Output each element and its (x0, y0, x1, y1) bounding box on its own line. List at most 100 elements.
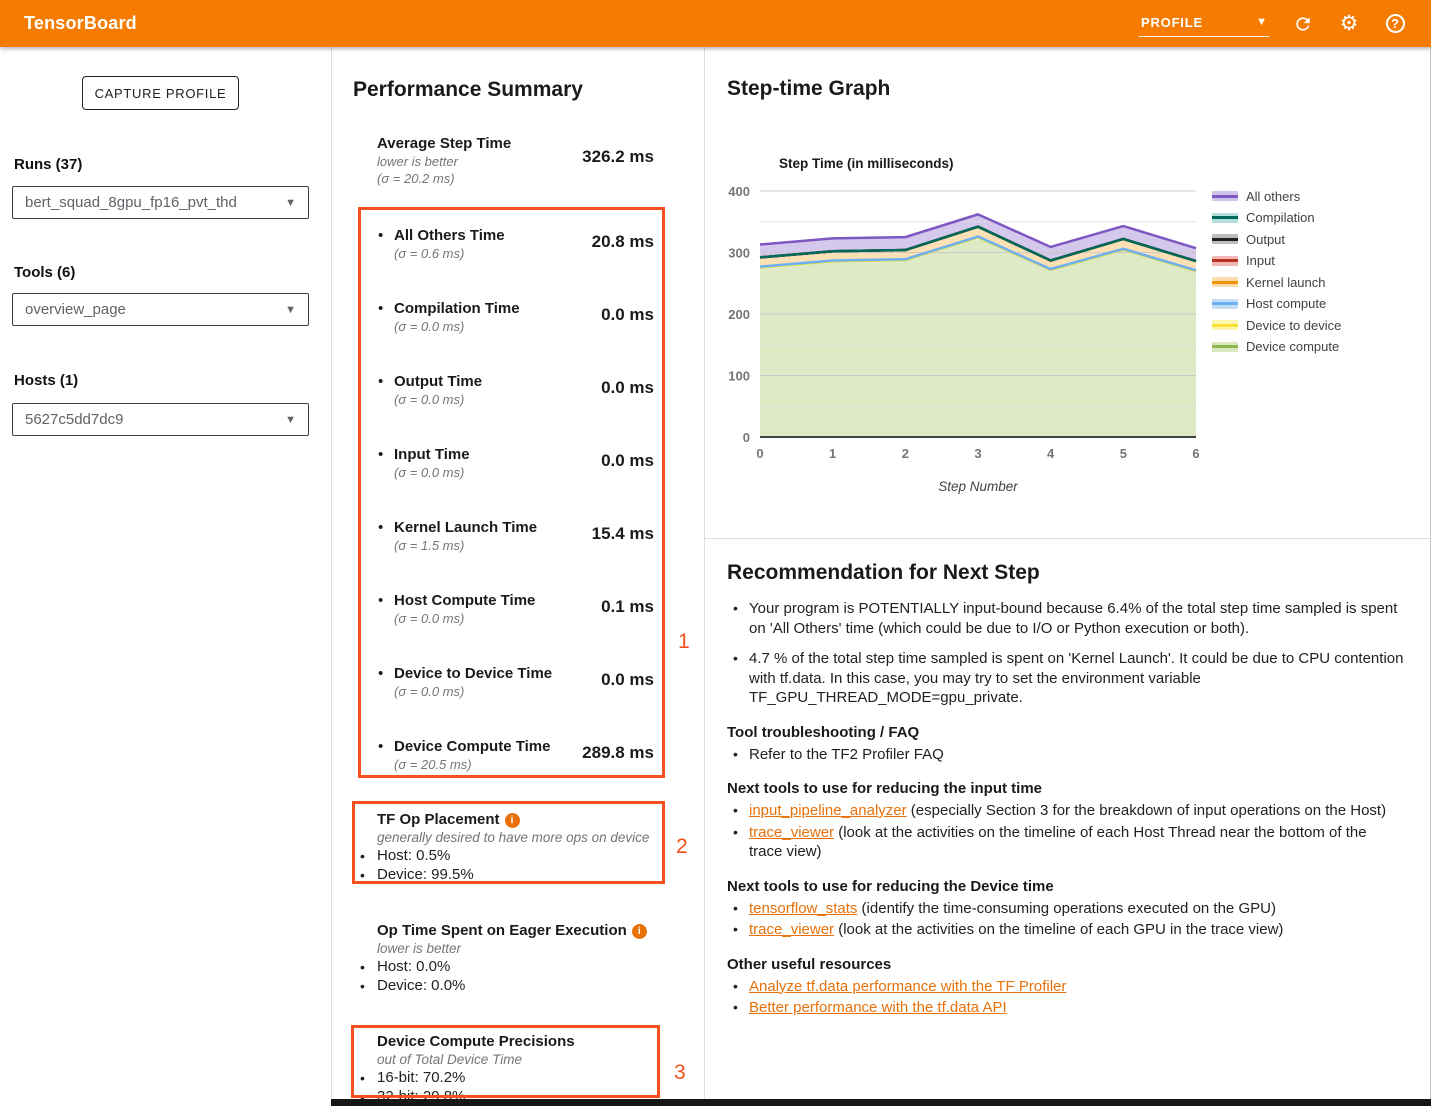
legend-item-kernel-launch: Kernel launch (1212, 275, 1341, 289)
hosts-select-value: 5627c5dd7dc9 (25, 411, 123, 428)
recommendation-bullet: •Your program is POTENTIALLY input-bound… (727, 599, 1404, 638)
annotation-label-1: 1 (678, 630, 690, 654)
group-heading-next-tools-to-use-for-reducing-the-input-time: Next tools to use for reducing the input… (727, 779, 1404, 798)
chevron-down-icon: ▼ (285, 414, 296, 426)
legend-label: Compilation (1246, 210, 1315, 225)
link-input-pipeline-analyzer[interactable]: input_pipeline_analyzer (749, 802, 907, 819)
performance-summary-title: Performance Summary (353, 78, 583, 102)
runs-select[interactable]: bert_squad_8gpu_fp16_pvt_thd ▼ (12, 186, 309, 219)
group-heading-other-useful-resources: Other useful resources (727, 955, 1404, 974)
hosts-label: Hosts (1) (14, 372, 78, 389)
legend-label: Kernel launch (1246, 275, 1326, 290)
hosts-select[interactable]: 5627c5dd7dc9 ▼ (12, 403, 309, 436)
legend-item-output: Output (1212, 232, 1341, 246)
svg-text:5: 5 (1120, 446, 1127, 461)
svg-text:Step Number: Step Number (938, 479, 1018, 494)
bullet: • (733, 599, 738, 619)
runs-label: Runs (37) (14, 156, 82, 173)
link-better-performance-with-the-tf-data-api[interactable]: Better performance with the tf.data API (749, 999, 1007, 1016)
legend-label: Output (1246, 232, 1285, 247)
svg-text:3: 3 (974, 446, 981, 461)
chevron-down-icon: ▼ (285, 304, 296, 316)
group-heading-next-tools-to-use-for-reducing-the-device-time: Next tools to use for reducing the Devic… (727, 877, 1404, 896)
help-icon[interactable]: ? (1383, 12, 1407, 36)
tools-select[interactable]: overview_page ▼ (12, 293, 309, 326)
legend-item-device-to-device: Device to device (1212, 318, 1341, 332)
link-tensorflow-stats[interactable]: tensorflow_stats (749, 900, 857, 917)
bullet: • (733, 649, 738, 669)
metric-label: Average Step Time (377, 135, 511, 153)
group-item: •trace_viewer (look at the activities on… (727, 823, 1404, 862)
svg-text:Step Time (in milliseconds): Step Time (in milliseconds) (779, 156, 954, 171)
legend-swatch (1212, 320, 1238, 330)
legend-item-all-others: All others (1212, 189, 1341, 203)
link-analyze-tf-data-performance-with-the-tf-profiler[interactable]: Analyze tf.data performance with the TF … (749, 978, 1066, 995)
link-trace-viewer[interactable]: trace_viewer (749, 824, 834, 841)
group-item: •tensorflow_stats (identify the time-con… (727, 899, 1404, 919)
svg-text:0: 0 (756, 446, 763, 461)
group-item: • Better performance with the tf.data API (727, 998, 1404, 1018)
bullet: • (733, 801, 738, 821)
right-panel: Step-time Graph 01002003004000123456Step… (705, 47, 1431, 1106)
group-item: •Refer to the TF2 Profiler FAQ (727, 745, 1404, 765)
chart-legend: All others Compilation Output Input Kernel l… (1212, 189, 1341, 354)
legend-swatch (1212, 256, 1238, 266)
dashboard-select-value: PROFILE (1141, 15, 1203, 30)
app-header: TensorBoard PROFILE ▼ ⚙ ? (0, 0, 1431, 47)
svg-text:1: 1 (829, 446, 836, 461)
legend-swatch (1212, 277, 1238, 287)
recommendation-body: •Your program is POTENTIALLY input-bound… (727, 599, 1404, 1018)
runs-select-value: bert_squad_8gpu_fp16_pvt_thd (25, 194, 237, 211)
legend-swatch (1212, 342, 1238, 352)
app-title: TensorBoard (24, 13, 137, 34)
legend-label: All others (1246, 189, 1300, 204)
annotation-label-2: 2 (676, 835, 688, 859)
dashboard-select[interactable]: PROFILE ▼ (1139, 11, 1269, 37)
recommendation-bullet: •4.7 % of the total step time sampled is… (727, 649, 1404, 708)
average-step-time-row: Average Step Time lower is better (σ = 2… (377, 135, 654, 187)
tools-select-value: overview_page (25, 301, 126, 318)
section-subtitle: lower is better (359, 940, 666, 958)
annotation-box-2 (352, 801, 665, 884)
bullet: • (733, 998, 738, 1018)
svg-text:100: 100 (728, 369, 750, 384)
svg-text:6: 6 (1192, 446, 1199, 461)
legend-swatch (1212, 213, 1238, 223)
svg-text:200: 200 (728, 307, 750, 322)
sidebar: CAPTURE PROFILE Runs (37) bert_squad_8gp… (0, 47, 331, 1106)
recommendation-title: Recommendation for Next Step (727, 561, 1404, 585)
group-item: •Analyze tf.data performance with the TF… (727, 977, 1404, 997)
refresh-icon[interactable] (1291, 12, 1315, 36)
section-op-time-spent-on-eager-execution: Op Time Spent on Eager Executionilower i… (359, 921, 666, 995)
legend-swatch (1212, 191, 1238, 201)
link-trace-viewer[interactable]: trace_viewer (749, 921, 834, 938)
bottom-edge (331, 1099, 1431, 1106)
legend-label: Device compute (1246, 339, 1339, 354)
bullet: • (733, 920, 738, 940)
svg-text:4: 4 (1047, 446, 1055, 461)
svg-text:400: 400 (728, 184, 750, 199)
legend-swatch (1212, 234, 1238, 244)
recommendation-section: Recommendation for Next Step •Your progr… (705, 538, 1430, 1099)
tensorboard-profile-page: TensorBoard PROFILE ▼ ⚙ ? CAPTURE PROFIL… (0, 0, 1431, 1106)
capture-profile-button[interactable]: CAPTURE PROFILE (82, 76, 239, 110)
legend-item-device-compute: Device compute (1212, 340, 1341, 354)
svg-text:2: 2 (902, 446, 909, 461)
metric-note: lower is better (377, 153, 511, 170)
chevron-down-icon: ▼ (1256, 16, 1267, 28)
group-heading-tool-troubleshooting-faq: Tool troubleshooting / FAQ (727, 723, 1404, 742)
section-item: •Device: 0.0% (359, 977, 666, 996)
performance-summary-panel: Performance Summary Average Step Time lo… (331, 47, 705, 1106)
section-title: Op Time Spent on Eager Executioni (359, 921, 666, 940)
group-item: •input_pipeline_analyzer (especially Sec… (727, 801, 1404, 821)
bullet: • (360, 958, 365, 977)
legend-item-input: Input (1212, 254, 1341, 268)
section-item: •Host: 0.0% (359, 958, 666, 977)
annotation-box-1 (358, 207, 665, 778)
bullet: • (733, 823, 738, 843)
annotation-label-3: 3 (674, 1061, 686, 1085)
metric-value: 326.2 ms (582, 147, 654, 187)
info-icon[interactable]: i (632, 924, 647, 939)
legend-label: Host compute (1246, 296, 1326, 311)
gear-icon[interactable]: ⚙ (1337, 12, 1361, 36)
